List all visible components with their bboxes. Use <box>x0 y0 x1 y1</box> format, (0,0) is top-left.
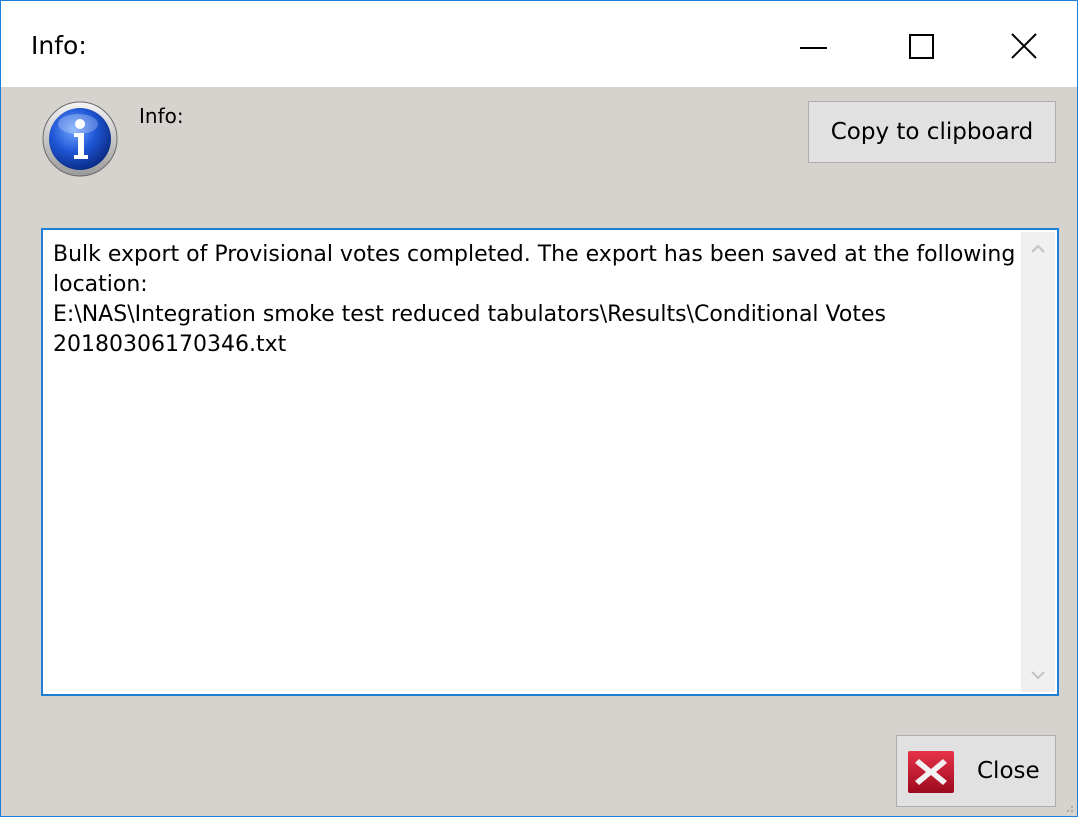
title-bar[interactable]: Info: <box>1 1 1077 87</box>
message-textarea[interactable]: Bulk export of Provisional votes complet… <box>41 228 1059 696</box>
info-label: Info: <box>139 104 184 128</box>
dialog-window: Info: Info: Copy to clipboard Bulk expor… <box>0 0 1078 817</box>
window-close-button[interactable] <box>976 1 1076 87</box>
window-title: Info: <box>31 31 87 60</box>
message-text[interactable]: Bulk export of Provisional votes complet… <box>53 240 1018 360</box>
minimize-icon <box>800 47 827 49</box>
close-button[interactable]: Close <box>896 735 1056 807</box>
copy-button-label: Copy to clipboard <box>830 119 1034 145</box>
vertical-scrollbar[interactable] <box>1021 232 1055 692</box>
scroll-down-icon[interactable] <box>1021 658 1055 692</box>
scroll-up-icon[interactable] <box>1021 232 1055 266</box>
close-button-label: Close <box>977 758 1040 784</box>
minimize-button[interactable] <box>764 1 864 87</box>
info-icon <box>42 101 118 177</box>
maximize-button[interactable] <box>871 1 971 87</box>
resize-grip-icon[interactable] <box>1061 800 1075 814</box>
copy-to-clipboard-button[interactable]: Copy to clipboard <box>808 101 1056 163</box>
red-x-icon <box>908 751 954 793</box>
close-icon <box>1011 33 1037 59</box>
maximize-icon <box>909 34 934 59</box>
